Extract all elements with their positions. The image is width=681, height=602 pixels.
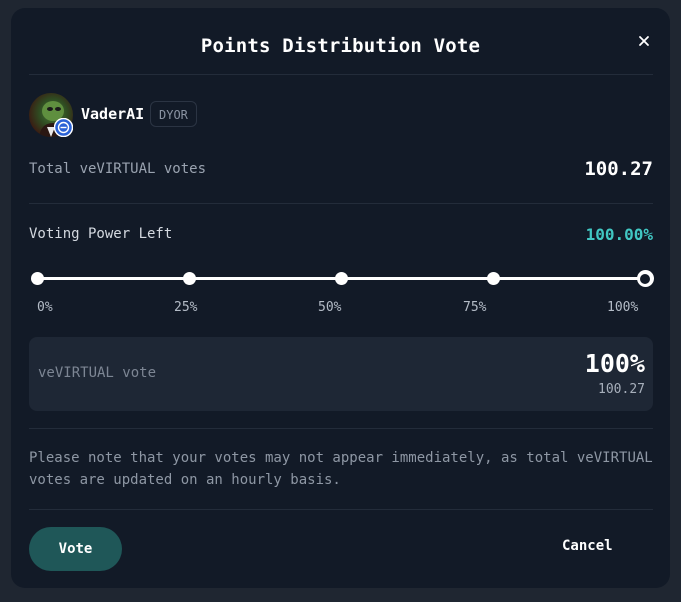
vote-slider[interactable]	[30, 268, 654, 290]
divider	[29, 509, 653, 510]
modal-title: Points Distribution Vote	[200, 35, 481, 57]
arrow-right-circle-icon	[53, 117, 74, 138]
vote-button[interactable]: Vote	[29, 527, 122, 571]
divider	[29, 203, 653, 204]
total-votes-label: Total veVIRTUAL votes	[29, 161, 207, 177]
project-name[interactable]: VaderAI	[81, 105, 144, 123]
vote-amount-box: veVIRTUAL vote 100% 100.27	[29, 337, 653, 411]
slider-step-0[interactable]	[30, 272, 44, 285]
slider-tick-label: 75%	[463, 300, 487, 315]
vote-percent: 100%	[584, 349, 645, 378]
slider-tick-label: 25%	[174, 300, 198, 315]
slider-thumb[interactable]	[636, 270, 654, 287]
slider-step-50[interactable]	[334, 272, 348, 285]
slider-tick-label: 100%	[607, 300, 639, 315]
close-icon[interactable]	[635, 32, 653, 50]
hourly-update-note: Please note that your votes may not appe…	[29, 450, 653, 488]
slider-tick-label: 50%	[318, 300, 342, 315]
vote-box-label: veVIRTUAL vote	[38, 365, 157, 381]
total-votes-value: 100.27	[584, 158, 653, 180]
slider-tick-label: 0%	[37, 300, 53, 315]
slider-step-75[interactable]	[486, 272, 500, 285]
points-distribution-vote-modal: Points Distribution Vote VaderAI DYOR To…	[11, 8, 670, 588]
vote-amount: 100.27	[598, 382, 645, 397]
slider-step-25[interactable]	[182, 272, 196, 285]
voting-power-label: Voting Power Left	[29, 226, 173, 242]
dyor-tag: DYOR	[150, 101, 197, 127]
voting-power-value: 100.00%	[585, 225, 653, 244]
divider	[29, 428, 653, 429]
divider	[29, 74, 653, 75]
cancel-button[interactable]: Cancel	[562, 538, 613, 554]
